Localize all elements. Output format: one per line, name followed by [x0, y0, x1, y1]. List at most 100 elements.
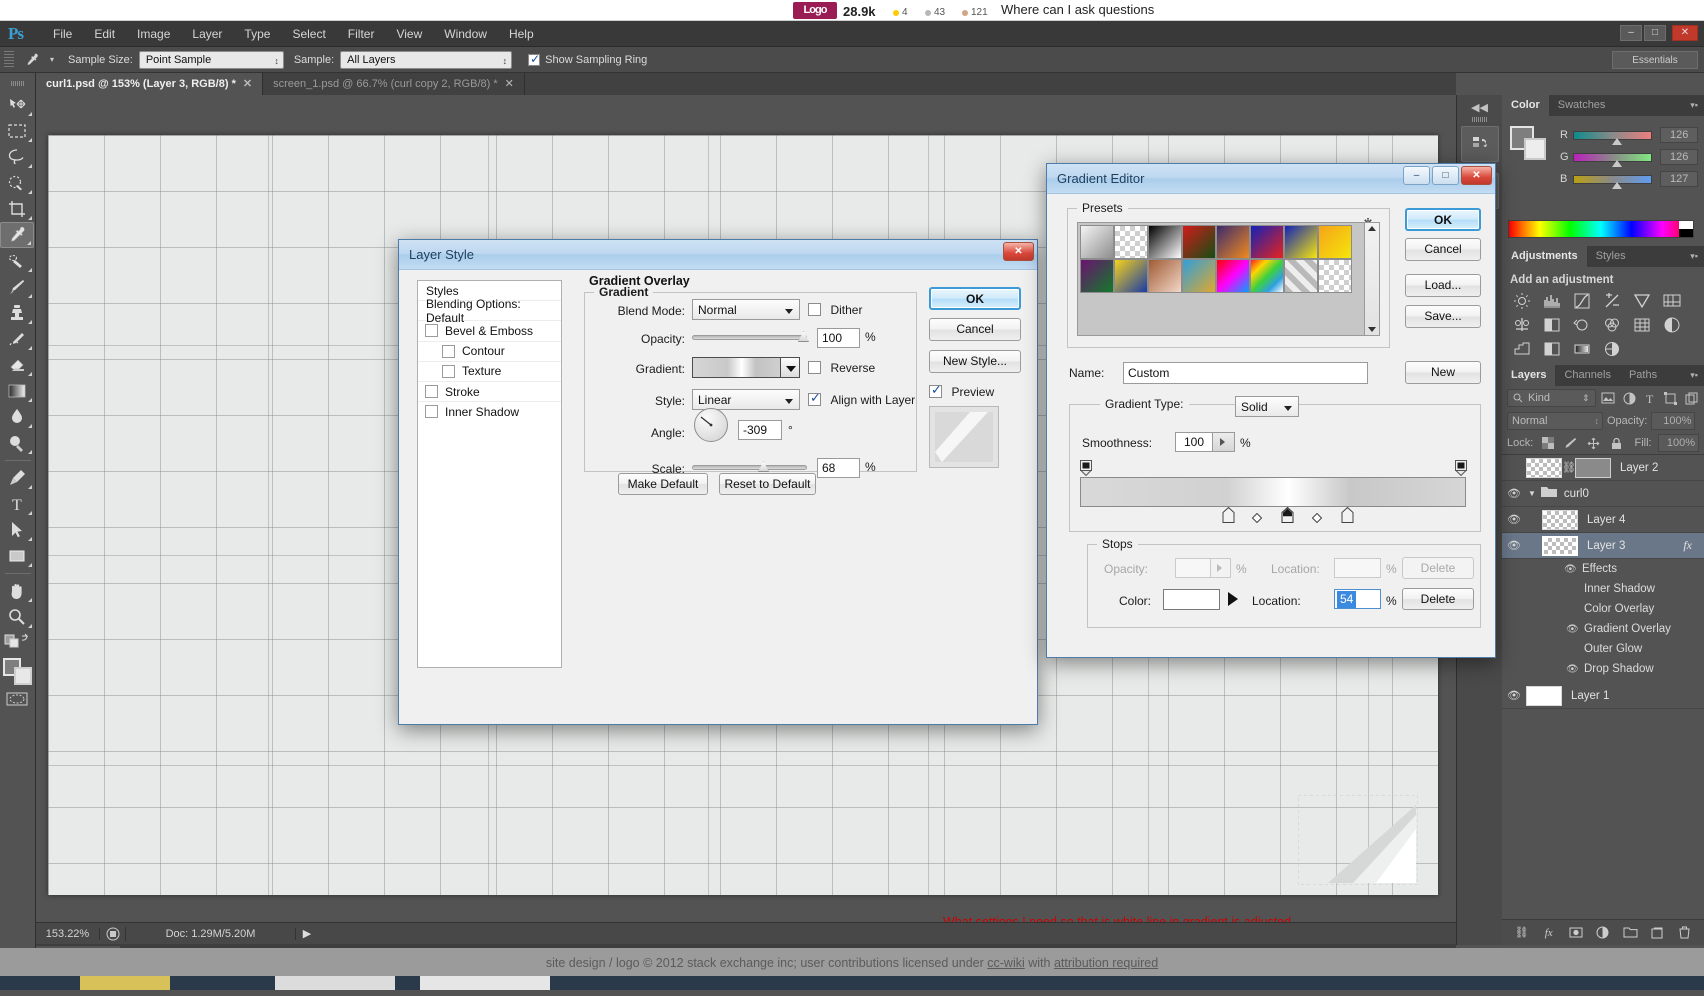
stop-color-location-value[interactable]: 54: [1337, 591, 1357, 608]
new-layer-icon[interactable]: [1649, 925, 1665, 941]
history-brush-tool[interactable]: [0, 326, 34, 352]
angle-dial[interactable]: [694, 408, 728, 442]
show-sampling-ring-check-icon[interactable]: [528, 52, 540, 66]
document-icon[interactable]: [100, 926, 126, 941]
add-mask-icon[interactable]: [1568, 925, 1584, 941]
menu-help[interactable]: Help: [498, 23, 545, 45]
adjustments-panel-menu-icon[interactable]: ▾▪: [1684, 246, 1704, 267]
rectangle-tool[interactable]: [0, 543, 34, 569]
gradient-preset-swatch[interactable]: [1148, 225, 1182, 259]
list-item[interactable]: 👁 Effects: [1502, 559, 1704, 579]
gradient-preset-swatch[interactable]: [1182, 225, 1216, 259]
dither-check-icon[interactable]: [808, 303, 821, 317]
list-item[interactable]: Color Overlay: [1502, 599, 1704, 619]
gradient-preset-swatch[interactable]: [1080, 225, 1114, 259]
stop-color-dropdown-icon[interactable]: [1225, 590, 1241, 608]
channel-value-r[interactable]: 126: [1660, 127, 1699, 143]
color-balance-icon[interactable]: [1510, 315, 1534, 335]
document-tab[interactable]: screen_1.psd @ 66.7% (curl copy 2, RGB/8…: [263, 73, 525, 95]
layer-visibility-toggle[interactable]: 👁: [1502, 513, 1526, 526]
question-title-link[interactable]: Where can I ask questions: [1001, 2, 1154, 17]
menu-file[interactable]: File: [42, 23, 83, 45]
color-spectrum-ramp[interactable]: [1508, 220, 1694, 238]
window-minimize-button[interactable]: –: [1620, 25, 1642, 41]
channel-slider-b[interactable]: [1573, 174, 1653, 189]
layer-name[interactable]: Layer 3: [1587, 540, 1625, 552]
opacity-slider[interactable]: [692, 331, 809, 342]
gradient-preset-swatch[interactable]: [1182, 259, 1216, 293]
gradient-name-input[interactable]: Custom: [1123, 362, 1368, 384]
tab-adjustments[interactable]: Adjustments: [1502, 246, 1587, 267]
pen-tool[interactable]: [0, 465, 34, 491]
color-channel-g[interactable]: G 126: [1560, 146, 1699, 168]
reverse-checkbox[interactable]: Reverse: [808, 359, 875, 377]
zoom-level[interactable]: 153.22%: [36, 927, 100, 940]
layer-thumbnail[interactable]: [1542, 509, 1578, 530]
gradient-preset-swatch[interactable]: [1114, 225, 1148, 259]
smoothness-input[interactable]: 100: [1175, 432, 1213, 452]
layer-style-close-button[interactable]: ✕: [1003, 242, 1034, 261]
layer-style-effect-row[interactable]: Stroke: [418, 382, 561, 403]
layer-name[interactable]: Layer 2: [1620, 462, 1658, 474]
smart-object-filter-icon[interactable]: [1683, 389, 1699, 407]
lock-transparent-icon[interactable]: [1539, 434, 1556, 452]
gradient-map-icon[interactable]: [1570, 339, 1594, 359]
layer-style-dialog[interactable]: Layer Style ✕ Styles Blending Options: De…: [398, 239, 1038, 725]
quick-selection-tool[interactable]: [0, 170, 34, 196]
zoom-tool[interactable]: [0, 604, 34, 630]
layer-filter-kind-select[interactable]: Kind ⇕: [1507, 389, 1596, 407]
layer-opacity-value[interactable]: 100%: [1651, 412, 1696, 430]
color-channel-r[interactable]: R 126: [1560, 124, 1699, 146]
gradient-preset-swatch[interactable]: [1250, 225, 1284, 259]
exposure-icon[interactable]: [1600, 291, 1624, 311]
clone-stamp-tool[interactable]: [0, 300, 34, 326]
eyedropper-tool[interactable]: [0, 222, 34, 248]
menu-type[interactable]: Type: [233, 23, 281, 45]
color-background-swatch[interactable]: [1524, 138, 1546, 160]
black-white-icon[interactable]: [1540, 315, 1564, 335]
new-preset-button[interactable]: New: [1405, 361, 1481, 384]
channel-mixer-icon[interactable]: [1600, 315, 1624, 335]
layer-fill-value[interactable]: 100%: [1657, 434, 1699, 452]
channel-value-g[interactable]: 126: [1660, 149, 1699, 165]
preview-check-icon[interactable]: [929, 382, 942, 399]
posterize-icon[interactable]: [1510, 339, 1534, 359]
healing-brush-tool[interactable]: [0, 248, 34, 274]
color-panel-menu-icon[interactable]: ▾▪: [1684, 95, 1704, 116]
crop-tool[interactable]: [0, 196, 34, 222]
presets-list[interactable]: [1077, 222, 1380, 336]
taskbar-item-1[interactable]: [80, 976, 170, 990]
menu-view[interactable]: View: [385, 23, 433, 45]
layer-visibility-toggle[interactable]: 👁: [1502, 487, 1526, 500]
layer-style-titlebar[interactable]: Layer Style ✕: [399, 240, 1037, 270]
lock-position-icon[interactable]: [1585, 434, 1602, 452]
background-color-swatch[interactable]: [14, 667, 32, 685]
effect-check-icon[interactable]: [442, 364, 455, 378]
channel-value-b[interactable]: 127: [1660, 171, 1699, 187]
layer-visibility-toggle[interactable]: 👁: [1502, 689, 1526, 702]
eraser-tool[interactable]: [0, 352, 34, 378]
angle-input[interactable]: -309: [738, 420, 782, 440]
effect-check-icon[interactable]: [442, 344, 455, 358]
color-stop-3[interactable]: [1341, 506, 1354, 523]
midpoint-diamond-2[interactable]: [1311, 510, 1323, 524]
status-expand-arrow-icon[interactable]: ▶: [296, 927, 318, 940]
gradient-preview-bar[interactable]: [693, 358, 780, 377]
align-with-layer-checkbox[interactable]: Align with Layer: [808, 390, 915, 409]
effect-name[interactable]: Gradient Overlay: [1584, 623, 1671, 635]
type-filter-icon[interactable]: T: [1642, 389, 1658, 407]
pixel-filter-icon[interactable]: [1601, 389, 1617, 407]
attribution-link[interactable]: attribution required: [1054, 956, 1158, 970]
load-button[interactable]: Load...: [1405, 274, 1481, 297]
eyedropper-tool-icon[interactable]: [20, 50, 46, 70]
save-button[interactable]: Save...: [1405, 305, 1481, 328]
stop-color-location-input[interactable]: 54: [1334, 589, 1381, 609]
layer-name[interactable]: curl0: [1564, 488, 1589, 500]
midpoint-diamond-1[interactable]: [1251, 510, 1263, 524]
menu-select[interactable]: Select: [281, 23, 336, 45]
layer-style-ok-button[interactable]: OK: [929, 287, 1021, 310]
reset-to-default-button[interactable]: Reset to Default: [719, 473, 816, 495]
layer-style-effect-row[interactable]: Texture: [418, 362, 561, 382]
new-group-icon[interactable]: [1622, 925, 1638, 941]
effect-name[interactable]: Inner Shadow: [1584, 583, 1655, 595]
